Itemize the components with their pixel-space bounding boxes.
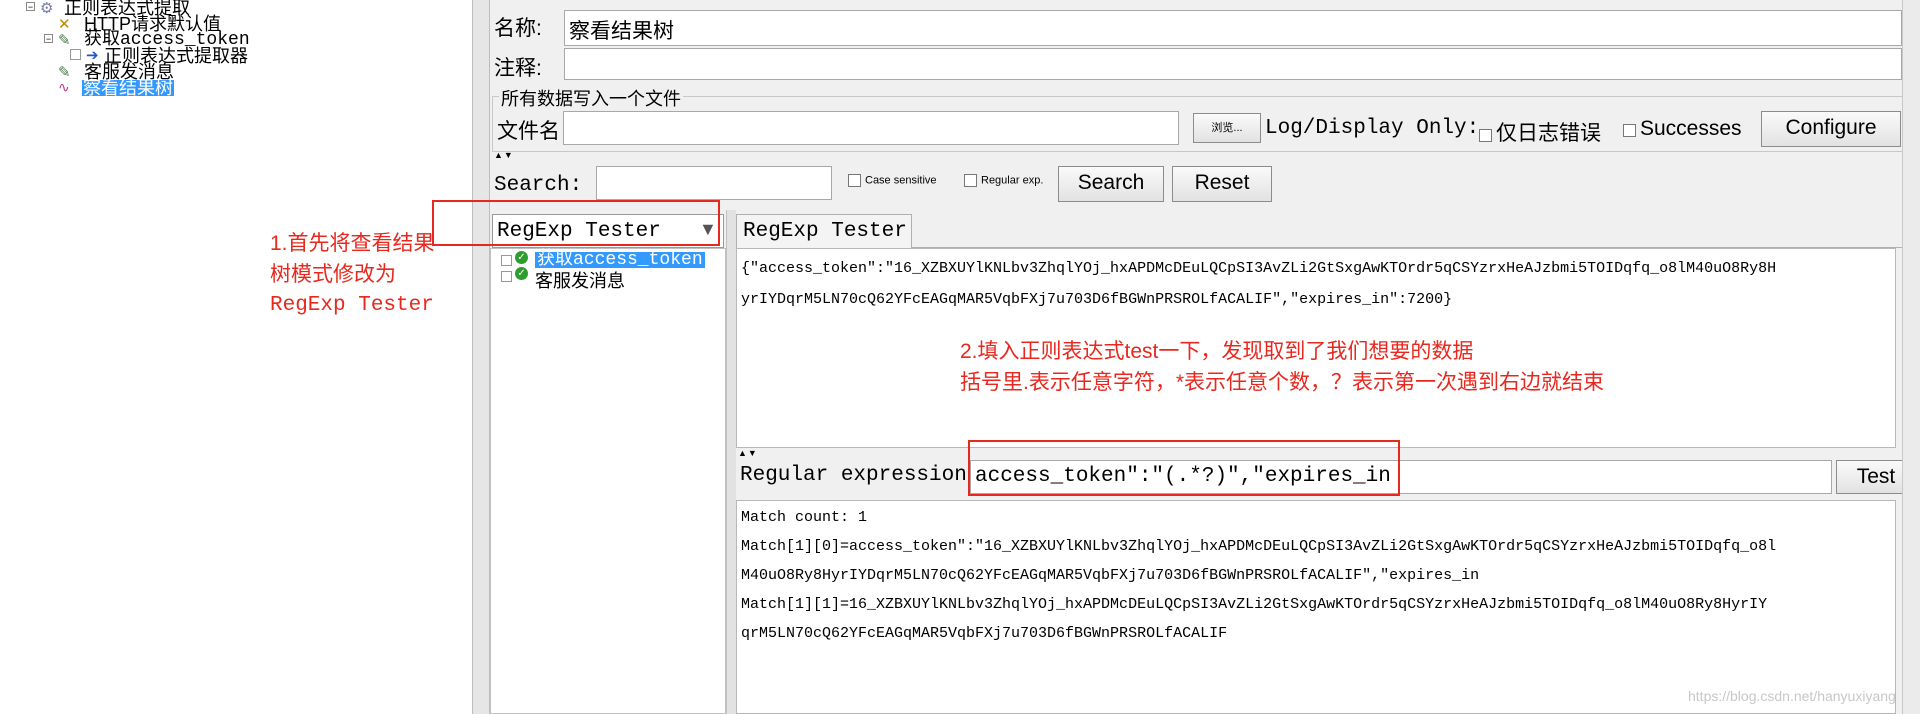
file-group-title: 所有数据写入一个文件 — [499, 85, 683, 111]
pen-icon: ✎ — [58, 32, 71, 49]
case-sensitive-label: Case sensitive — [865, 174, 937, 187]
checkbox-icon — [70, 49, 81, 60]
filename-label: 文件名 — [497, 120, 560, 143]
annotation-text: 1.首先将查看结果 — [270, 232, 435, 255]
name-label: 名称: — [494, 17, 542, 40]
filename-field[interactable] — [563, 111, 1179, 145]
collapse-icon[interactable]: − — [26, 2, 35, 12]
checkbox-icon — [1479, 129, 1492, 143]
file-group: 所有数据写入一个文件 文件名 浏览... Log/Display Only: 仅… — [492, 85, 1918, 152]
checkbox-icon — [848, 174, 861, 187]
checkbox-icon — [1623, 124, 1636, 138]
tab-regexp-tester[interactable]: RegExp Tester — [736, 214, 912, 248]
comment-field[interactable] — [564, 48, 1902, 80]
match-line: Match count: 1 — [741, 509, 868, 526]
successes-label: Successes — [1640, 117, 1742, 140]
checkbox-icon — [964, 174, 977, 187]
watermark: https://blog.csdn.net/hanyuxiyang — [1688, 688, 1896, 704]
tree-item-label: 察看结果树 — [82, 78, 174, 98]
success-check-icon: ✓ — [515, 267, 528, 280]
browse-button[interactable]: 浏览... — [1193, 113, 1261, 143]
comment-label: 注释: — [494, 57, 542, 80]
collapse-icon[interactable]: − — [44, 34, 53, 44]
checkbox-icon — [501, 255, 512, 266]
tab-label: RegExp Tester — [743, 220, 907, 243]
match-result-area[interactable]: Match count: 1 Match[1][0]=access_token"… — [736, 500, 1896, 714]
annotation-text: 2.填入正则表达式test一下，发现取到了我们想要的数据 — [960, 340, 1474, 363]
annotation-box-renderer — [432, 200, 720, 246]
response-line: yrIYDqrM5LN70cQ62YFcEAGqMAR5VqbFXj7u703D… — [741, 291, 1453, 308]
search-label: Search: — [494, 174, 583, 197]
match-line: qrM5LN70cQ62YFcEAGqMAR5VqbFXj7u703D6fBGW… — [741, 625, 1228, 642]
tree-splitter[interactable] — [472, 0, 490, 714]
split-arrows-icon[interactable]: ▲▼ — [494, 150, 514, 160]
regular-exp-checkbox[interactable]: Regular exp. — [964, 174, 1043, 187]
log-display-label: Log/Display Only: — [1265, 117, 1480, 140]
reset-button[interactable]: Reset — [1172, 166, 1272, 202]
annotation-text: RegExp Tester — [270, 294, 434, 317]
name-field[interactable]: 察看结果树 — [564, 10, 1902, 46]
result-item[interactable]: ✓ 客服发消息 — [501, 267, 721, 290]
regex-label: Regular expression: — [740, 464, 980, 487]
chart-icon: ∿ — [58, 79, 70, 95]
annotation-note-2: 2.填入正则表达式test一下，发现取到了我们想要的数据 括号里.表示任意字符，… — [960, 336, 1604, 398]
name-value: 察看结果树 — [569, 20, 674, 43]
test-plan-tree: − ⚙ 正则表达式提取 ✕ HTTP请求默认值 − ✎ 获取access_tok… — [0, 0, 472, 714]
case-sensitive-checkbox[interactable]: Case sensitive — [848, 174, 937, 187]
match-line: Match[1][0]=access_token":"16_XZBXUYlKNL… — [741, 538, 1777, 555]
search-input[interactable] — [596, 166, 832, 200]
response-line: {"access_token":"16_XZBXUYlKNLbv3ZhqlYOj… — [741, 260, 1777, 277]
configure-button[interactable]: Configure — [1761, 111, 1901, 147]
match-line: Match[1][1]=16_XZBXUYlKNLbv3ZhqlYOj_hxAP… — [741, 596, 1768, 613]
checkbox-icon — [501, 271, 512, 282]
gear-icon: ⚙ — [40, 0, 54, 17]
annotation-text: 括号里.表示任意字符，*表示任意个数，？表示第一次遇到右边就结束 — [960, 371, 1605, 394]
regular-exp-label: Regular exp. — [981, 174, 1044, 187]
match-line: M40uO8Ry8HyrIYDqrM5LN70cQ62YFcEAGqMAR5Vq… — [741, 567, 1480, 584]
result-label: 客服发消息 — [535, 271, 625, 291]
result-label: 获取access_token — [535, 250, 705, 270]
successes-checkbox[interactable]: Successes — [1623, 117, 1742, 141]
annotation-box-regex — [968, 440, 1400, 496]
errors-only-label: 仅日志错误 — [1496, 122, 1601, 145]
vertical-scrollbar[interactable] — [1902, 0, 1920, 714]
results-splitter[interactable] — [726, 210, 736, 714]
search-button[interactable]: Search — [1058, 166, 1164, 202]
results-tree: ✓ 获取access_token ✓ 客服发消息 — [490, 248, 726, 714]
split-arrows-icon[interactable]: ▲▼ — [738, 448, 758, 458]
annotation-note-1: 1.首先将查看结果 树模式修改为 RegExp Tester — [270, 228, 435, 321]
errors-only-checkbox[interactable]: 仅日志错误 — [1479, 117, 1601, 147]
annotation-text: 树模式修改为 — [270, 263, 396, 286]
success-check-icon: ✓ — [515, 251, 528, 264]
